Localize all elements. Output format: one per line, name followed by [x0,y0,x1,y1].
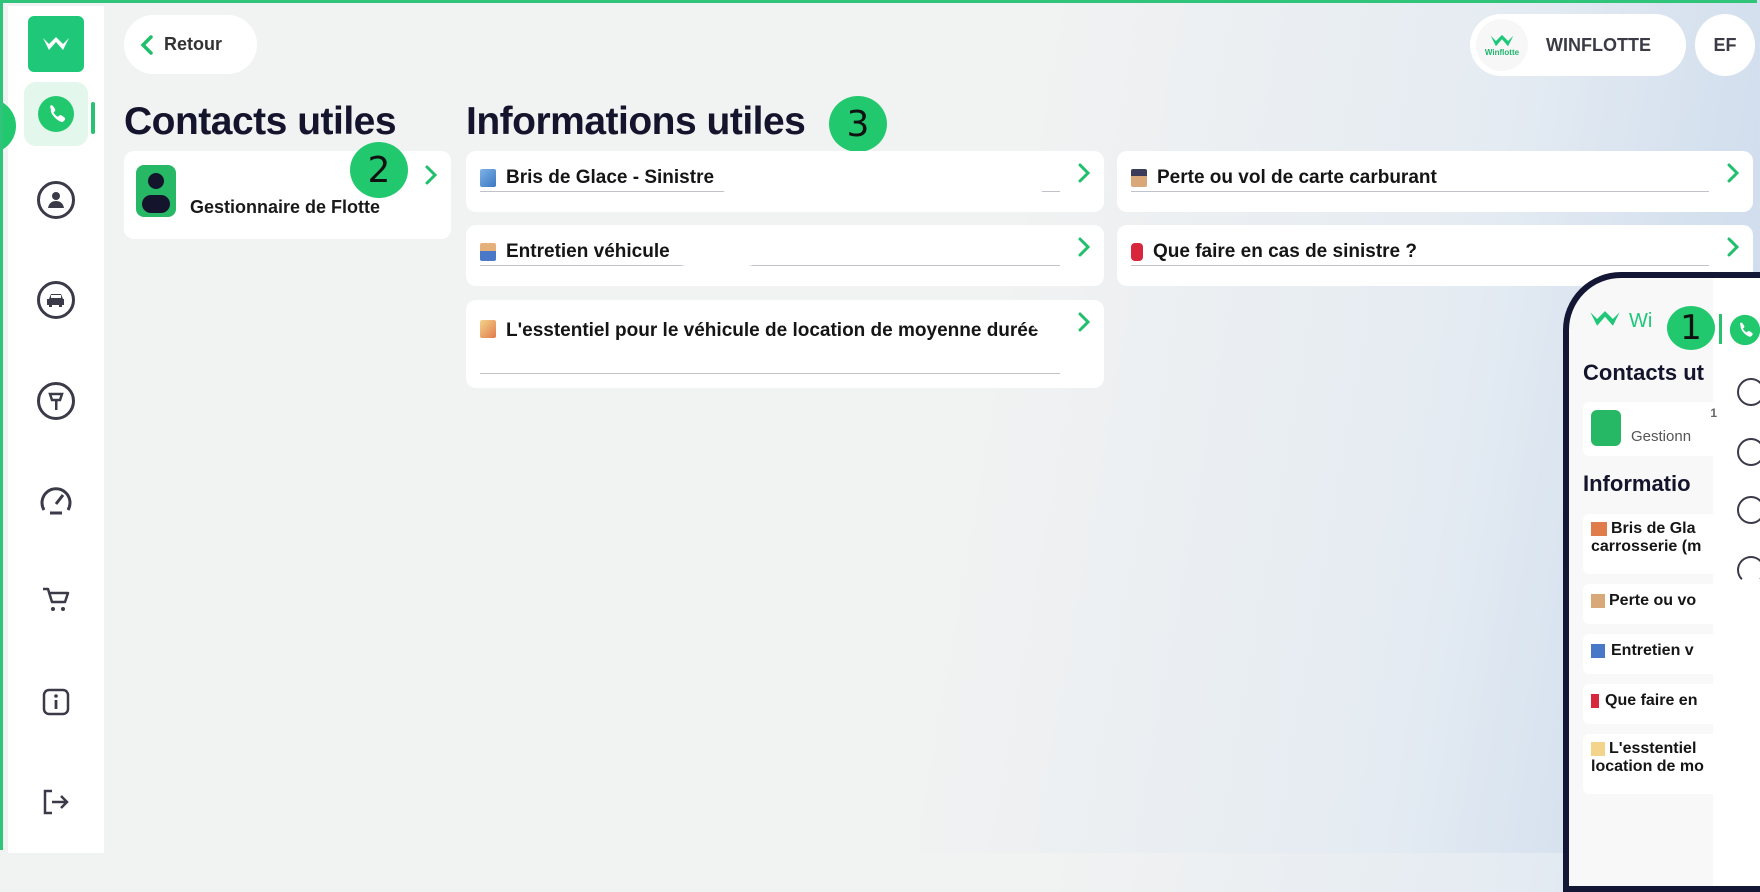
user-icon [1737,378,1760,406]
mobile-item-label: L'esstentiel [1609,740,1697,757]
info-item-label: Perte ou vol de carte carburant [1157,167,1437,188]
info-item-label: Entretien véhicule [506,241,670,262]
mobile-item-label: Perte ou vo [1609,592,1697,609]
sidebar-item-vehicles[interactable] [24,268,88,332]
mobile-contacts-title: Contacts ut [1583,360,1704,385]
mobile-item-label: carrosserie (m [1591,538,1702,555]
info-item-entretien[interactable]: Entretien véhicule [466,225,1104,286]
logout-icon [43,789,69,815]
mobile-item-label: Que faire en [1605,692,1698,709]
mobile-item-label: location de mo [1591,758,1704,775]
mobile-item-label: Entretien v [1611,642,1694,659]
fire-extinguisher-icon [1131,243,1143,261]
info-item-perte-carte[interactable]: Perte ou vol de carte carburant [1117,151,1753,212]
contact-label: Gestionnaire de Flotte [190,197,381,217]
sidebar [8,6,104,853]
mobile-info-item: L'esstentiel location de mo [1583,734,1723,794]
sidebar-item-shop[interactable] [24,568,88,632]
user-initials: EF [1713,34,1737,55]
mobile-contact-num: 1 [1710,406,1717,420]
chevron-right-icon [1727,237,1739,257]
contacts-title: Contacts utiles [124,100,397,143]
phone-icon [1729,314,1760,346]
badge-label: 3 [846,103,870,145]
sidebar-item-dashboard[interactable] [24,468,88,532]
sidebar-item-fuel[interactable] [24,369,88,433]
sidebar-item-contacts[interactable] [24,82,88,146]
organization-switcher[interactable]: Winflotte WINFLOTTE [1470,14,1686,76]
redaction-mask [718,166,1048,194]
step-badge-2: 2 [350,142,408,198]
winflotte-logo-icon [1490,34,1514,46]
org-logo: Winflotte [1476,19,1528,71]
back-label: Retour [164,34,222,54]
window-icon [480,169,496,187]
cart-icon [43,587,70,611]
redaction-mask [1032,306,1056,332]
mechanic-icon [1591,643,1605,658]
contact-avatar-icon [1591,410,1621,446]
winflotte-logo-icon [1590,311,1620,326]
police-officer-icon [1591,593,1605,608]
chevron-right-icon [1078,237,1090,257]
user-icon [37,181,75,219]
window-icon [1591,521,1607,536]
car-icon [37,281,75,319]
speedometer-icon [1737,556,1760,584]
mobile-preview: Wi 1 Contacts ut 1 Gestionn Informatio B… [1563,272,1760,892]
mobile-info-item: Que faire en [1583,684,1723,724]
winflotte-logo-icon [43,37,69,50]
badge-label: 1 [1680,308,1702,348]
info-item-label: Que faire en cas de sinistre ? [1153,241,1417,262]
org-name: WINFLOTTE [1546,34,1651,55]
chevron-right-icon [1078,312,1090,332]
mechanic-icon [480,243,496,261]
step-badge-1: 1 [1667,306,1715,350]
mobile-contact-card: 1 Gestionn [1583,402,1723,456]
speedometer-icon [40,487,72,515]
app-logo[interactable] [28,16,84,72]
sidebar-item-logout[interactable] [24,770,88,834]
redaction-mask [466,340,578,362]
mobile-contact-label: Gestionn [1631,428,1692,445]
redaction-mask [672,238,762,266]
memo-icon [1591,741,1605,756]
chevron-left-icon [140,34,153,55]
mobile-item-label: Bris de Gla [1611,520,1696,537]
active-indicator [91,102,95,134]
fuel-pump-icon [37,382,75,420]
badge-label: 2 [367,149,391,191]
mobile-logo-text: Wi [1629,310,1653,332]
memo-icon [480,320,496,338]
user-avatar[interactable]: EF [1695,14,1755,76]
info-item-label: Bris de Glace - Sinistre [506,167,715,188]
mobile-info-item: Entretien v [1583,634,1723,674]
chevron-right-icon [425,165,437,185]
back-button[interactable]: Retour [124,15,257,74]
car-icon [1737,438,1760,466]
phone-icon [38,96,74,132]
sidebar-item-info[interactable] [24,670,88,734]
fire-extinguisher-icon [1591,693,1599,708]
mobile-info-title: Informatio [1583,471,1691,496]
info-icon [42,688,70,716]
informations-title: Informations utiles [466,100,806,143]
fuel-pump-icon [1737,496,1760,524]
org-logo-text: Winflotte [1484,47,1520,57]
info-item-label: L'esstentiel pour le véhicule de locatio… [506,320,1039,341]
step-badge-3: 3 [829,96,887,152]
chevron-right-icon [1727,163,1739,183]
contact-avatar-icon [136,165,176,217]
mobile-info-item: Perte ou vo [1583,584,1723,624]
chevron-right-icon [1078,163,1090,183]
mobile-active-indicator [1719,314,1722,344]
mobile-info-item: Bris de Gla carrosserie (m [1583,514,1723,574]
sidebar-item-profile[interactable] [24,168,88,232]
police-officer-icon [1131,169,1147,187]
